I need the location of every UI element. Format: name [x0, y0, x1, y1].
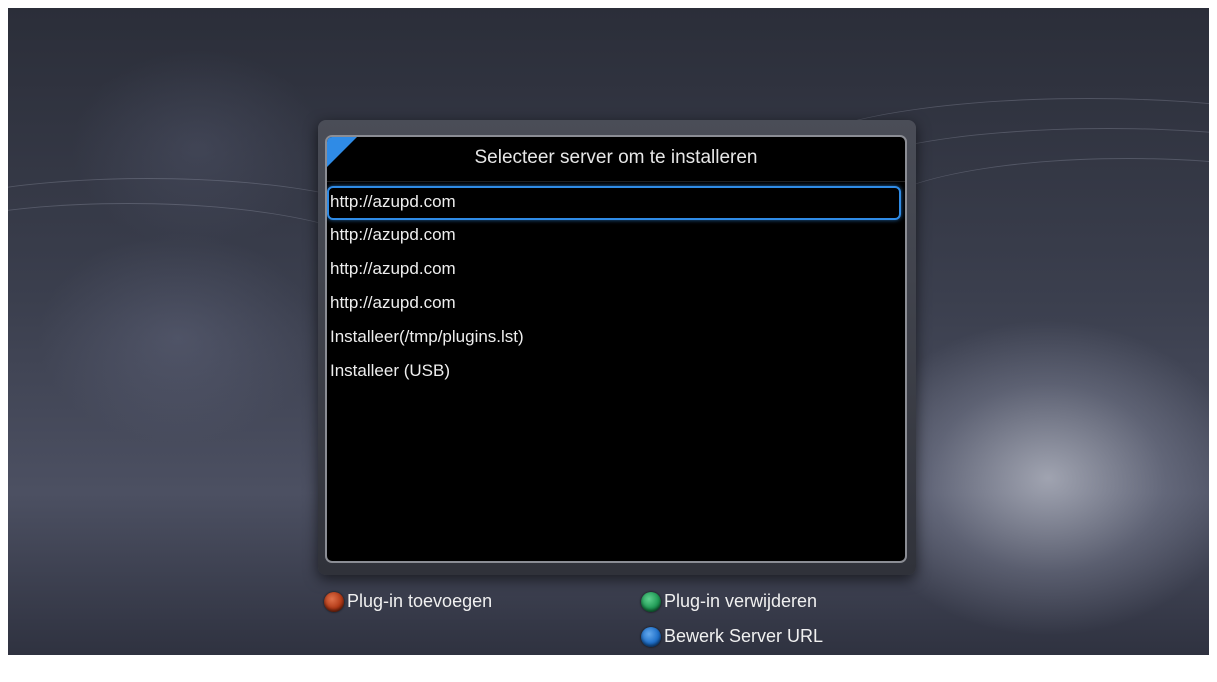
blue-key-hint[interactable]: Bewerk Server URL [641, 626, 823, 647]
server-list-item[interactable]: http://azupd.com [327, 288, 905, 322]
server-list: http://azupd.com http://azupd.com http:/… [327, 186, 905, 390]
title-divider [327, 181, 905, 182]
blue-key-icon [641, 626, 661, 647]
red-key-hint[interactable]: Plug-in toevoegen [324, 591, 492, 612]
install-from-usb-item[interactable]: Installeer (USB) [327, 356, 905, 390]
red-key-label: Plug-in toevoegen [347, 591, 493, 611]
server-select-dialog: Selecteer server om te installeren http:… [318, 120, 916, 575]
red-key-icon [324, 591, 344, 612]
server-list-item-selected[interactable]: http://azupd.com [327, 186, 901, 220]
install-from-file-item[interactable]: Installeer(/tmp/plugins.lst) [327, 322, 905, 356]
green-key-hint[interactable]: Plug-in verwijderen [641, 591, 817, 612]
tv-screen: Selecteer server om te installeren http:… [8, 8, 1209, 655]
server-list-item[interactable]: http://azupd.com [327, 220, 905, 254]
dialog-title: Selecteer server om te installeren [474, 147, 758, 168]
dialog-panel: Selecteer server om te installeren http:… [325, 135, 907, 563]
server-list-item[interactable]: http://azupd.com [327, 254, 905, 288]
blue-key-label: Bewerk Server URL [664, 626, 824, 646]
green-key-label: Plug-in verwijderen [664, 591, 818, 611]
green-key-icon [641, 591, 661, 612]
